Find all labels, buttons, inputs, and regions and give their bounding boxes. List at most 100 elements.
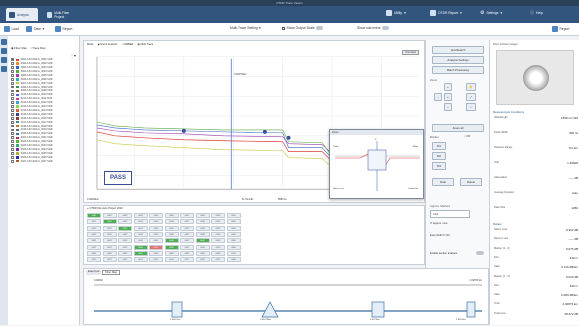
file-cell[interactable]: 0066 [164,250,179,256]
zoom-minus-icon[interactable]: − [444,103,452,111]
file-cell[interactable]: 0014 [133,219,148,225]
sort-icon[interactable] [1,66,7,72]
zoom-popup[interactable]: Zoom 754m 0 491m Splice Loss Connector [329,129,424,199]
otdr-report-menu[interactable]: OTDR Report ▾ [430,10,462,16]
pan-icon[interactable]: ✋ [466,83,476,91]
trace-checkbox[interactable] [11,77,14,81]
delete-button[interactable]: Delete [460,178,482,186]
file-cell[interactable]: 0040 [226,231,241,237]
file-cell[interactable]: 0042 [102,238,117,244]
file-cell[interactable]: 0055 [149,244,163,250]
trace-checkbox[interactable] [11,81,14,85]
file-cell[interactable]: 0048 [195,238,210,244]
trace-checkbox[interactable] [11,93,14,97]
multi-trace-setting[interactable]: Multi-Trace Setting ▾ [230,26,261,30]
zoom-center-icon[interactable]: + [444,93,452,101]
file-cell[interactable]: 0029 [211,225,225,231]
file-cell[interactable]: 0077 [180,257,194,263]
file-cell[interactable]: 0080 [226,257,241,263]
file-cell[interactable]: 0070 [226,250,241,256]
file-cell[interactable]: 0043 [118,238,132,244]
show-output-scale[interactable]: Show Output Scale [282,26,324,30]
file-cell[interactable]: 0045 [149,238,163,244]
file-cell[interactable]: 0074 [133,257,148,263]
file-cell[interactable]: 0075 [149,257,163,263]
file-cell[interactable]: 0067 [180,250,194,256]
marker-m3-button[interactable]: M3 [432,162,446,170]
file-cell[interactable]: 0026 [164,225,179,231]
file-cell[interactable]: 0011 [87,219,101,225]
file-cell[interactable]: 0039 [211,231,225,237]
tab-analysis[interactable]: Analysis [6,8,38,21]
trace-checkbox[interactable] [11,140,14,144]
zoom-all-button[interactable]: Zoom all [432,124,484,132]
file-cell[interactable]: 0023 [118,225,132,231]
report-button[interactable]: Report [55,26,72,32]
trace-checkbox[interactable] [11,116,14,120]
file-cell[interactable]: 0038 [195,231,210,237]
file-cell[interactable]: 0021 [87,225,101,231]
load-button[interactable]: Load [4,26,19,32]
file-cell[interactable]: 0049 [211,238,225,244]
analysis-settings-button[interactable]: Analysis Settings [432,56,484,64]
file-cell[interactable]: 0069 [211,250,225,256]
trace-checkbox[interactable] [11,89,14,93]
file-cell[interactable]: 0027 [180,225,194,231]
file-cell[interactable]: 0020 [226,219,241,225]
file-cell[interactable]: 0078 [195,257,210,263]
file-cell[interactable]: 0061 [87,250,101,256]
file-cell[interactable]: 0053 [118,244,132,250]
marker-m2-button[interactable]: M2 [432,152,446,160]
report-right-button[interactable]: Report [552,26,569,32]
file-cell[interactable]: 0013 [118,219,132,225]
file-cell[interactable]: 0063 [118,250,132,256]
tab-multi-fiber[interactable]: Multi-Fiber Project [44,8,80,21]
marker-toggle[interactable]: ○ ON [464,135,470,138]
file-cell[interactable]: 0047 [180,238,194,244]
file-cell[interactable]: 0001 [87,213,101,218]
file-cell[interactable]: 0017 [180,219,194,225]
file-cell[interactable]: 0071 [87,257,101,263]
trace-checkbox[interactable] [11,112,14,116]
file-cell[interactable]: 0025 [149,225,163,231]
filter-icon[interactable] [1,57,7,63]
trace-checkbox[interactable] [11,148,14,151]
zoom-out-icon[interactable]: − [434,93,442,101]
save-button[interactable]: Save ▾ [26,26,44,32]
file-cell[interactable]: 0024 [133,225,148,231]
trace-checkbox[interactable] [11,62,14,66]
trace-checkbox[interactable] [11,73,14,77]
file-cell[interactable]: 0054 [133,244,148,250]
file-cell[interactable]: 0059 [211,244,225,250]
radio-trace-map[interactable]: ○ Trace Map [30,46,46,50]
trace-checkbox[interactable] [11,97,14,101]
file-cell[interactable]: 0004 [133,213,148,218]
trace-checkbox[interactable] [11,124,14,128]
file-cell[interactable]: 0022 [102,225,117,231]
file-cell[interactable]: 0064 [133,250,148,256]
trace-checkbox[interactable] [11,128,14,132]
event-edit[interactable]: Event Edit ☑ ON [430,234,450,237]
file-cell[interactable]: 0051 [87,244,101,250]
file-cell[interactable]: 0009 [211,213,225,218]
utility-menu[interactable]: Utility ▾ [386,10,406,16]
enable-section-toggle[interactable] [476,251,484,255]
batch-processing-button[interactable]: Batch Processing [432,66,484,74]
file-cell[interactable]: 0052 [102,244,117,250]
file-cell[interactable]: 0079 [211,257,225,263]
file-cell[interactable]: 0034 [133,231,148,237]
file-cell[interactable]: 0050 [226,238,241,244]
file-cell[interactable]: 0073 [118,257,132,263]
approx-line-checkbox[interactable]: ☐ Approx. Line [430,222,447,225]
fit-icon[interactable]: ⤢ [466,93,476,101]
trace-checkbox[interactable] [11,58,14,62]
approx-method-select[interactable]: LSA [430,210,470,218]
file-cell[interactable]: 0030 [226,225,241,231]
trace-checkbox[interactable] [11,109,14,112]
file-cell[interactable]: 0058 [195,244,210,250]
file-cell[interactable]: 0036 [164,231,179,237]
trace-checkbox[interactable] [11,151,14,155]
marker-m1-button[interactable]: M1 [432,142,446,150]
trace-checkbox[interactable] [11,85,14,89]
file-cell[interactable]: 0037 [180,231,194,237]
